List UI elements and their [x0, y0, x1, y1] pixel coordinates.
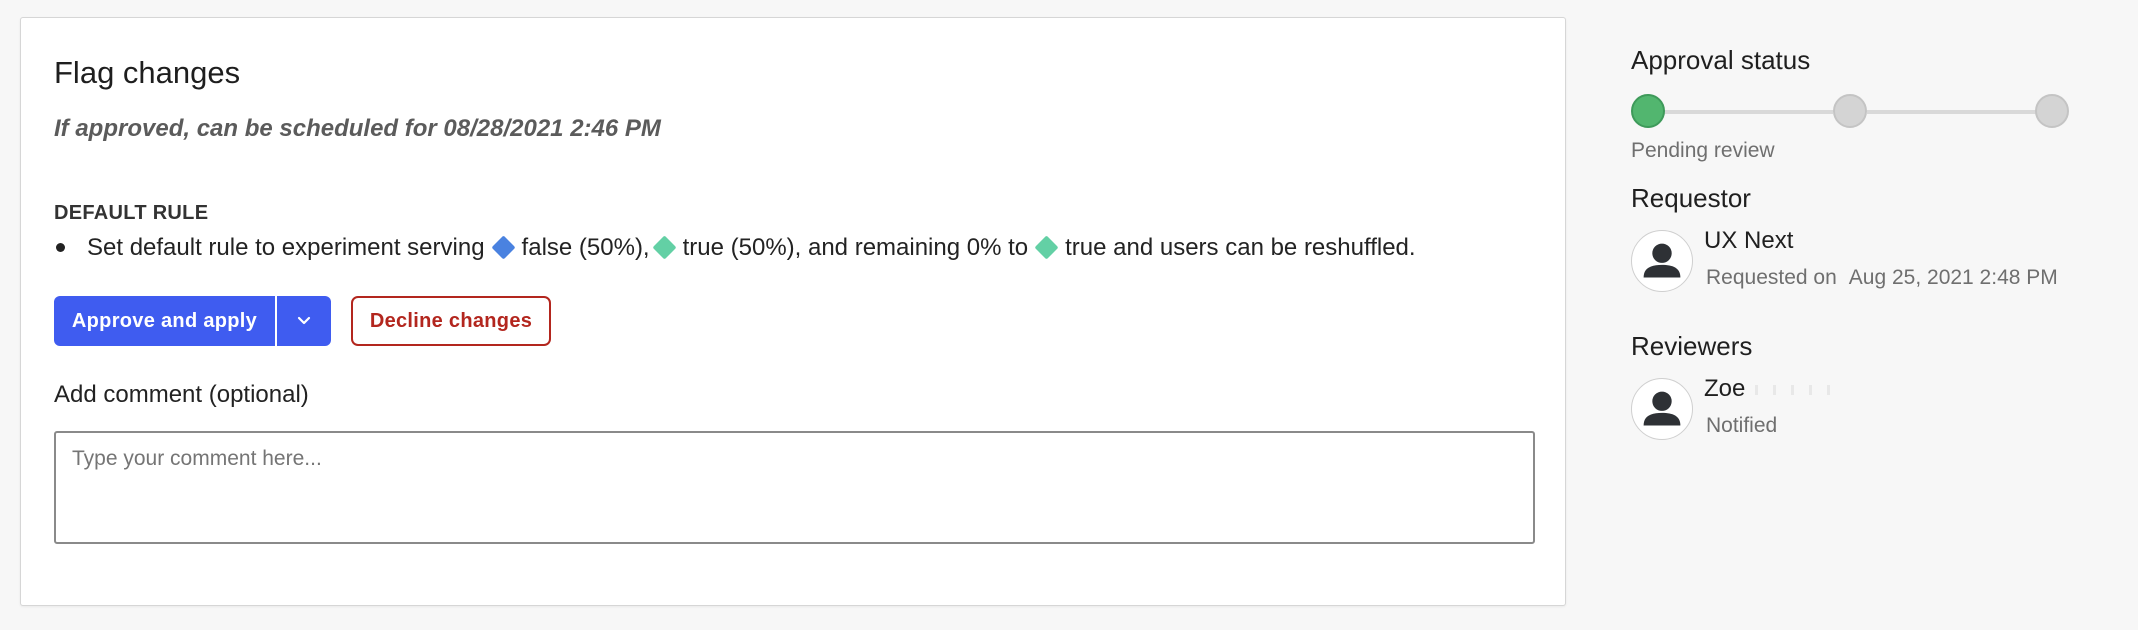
variation-diamond-icon: [652, 235, 677, 260]
rule-variation-true: true (50%), and remaining 0% to: [682, 234, 1029, 261]
variation-diamond-icon: [1034, 235, 1059, 260]
requested-on-label: Requested on: [1706, 266, 1837, 289]
card-title: Flag changes: [54, 55, 241, 90]
approve-options-button[interactable]: [275, 296, 331, 346]
decline-changes-button[interactable]: Decline changes: [351, 296, 551, 346]
approve-and-apply-button[interactable]: Approve and apply: [54, 296, 275, 346]
user-avatar-icon: [1631, 378, 1693, 440]
step-complete-indicator: [1631, 94, 1665, 128]
requestor-name: UX Next: [1704, 227, 1794, 254]
step-pending-indicator: [1833, 94, 1867, 128]
approval-status-caption: Pending review: [1631, 139, 1775, 162]
schedule-note: If approved, can be scheduled for 08/28/…: [54, 115, 661, 142]
approval-stepper: [1631, 94, 2071, 130]
reviewers-heading: Reviewers: [1631, 331, 1753, 361]
reviewer-name: Zoe: [1704, 375, 1836, 404]
rule-variation-false: false (50%),: [521, 234, 650, 261]
step-pending-indicator: [2035, 94, 2069, 128]
requestor-card: UX Next Requested on Aug 25, 2021 2:48 PM: [1631, 227, 2111, 294]
rule-item: Set default rule to experiment serving f…: [54, 232, 1416, 263]
reviewer-name-text: Zoe: [1704, 375, 1746, 402]
requested-on-date: Aug 25, 2021 2:48 PM: [1848, 266, 2058, 289]
bullet-icon: [56, 243, 65, 253]
variation-diamond-icon: [491, 235, 516, 260]
rule-remaining: true and users can be reshuffled.: [1065, 234, 1416, 261]
reviewer-status: Notified: [1706, 414, 1778, 437]
rule-list: Set default rule to experiment serving f…: [54, 232, 1416, 263]
approval-status-heading: Approval status: [1631, 45, 1811, 75]
redacted-surname: [1755, 384, 1836, 395]
comment-label: Add comment (optional): [54, 381, 309, 408]
person-silhouette-icon: [1643, 391, 1681, 426]
step-connector: [1867, 110, 2037, 114]
chevron-down-icon: [297, 316, 311, 325]
rule-prefix: Set default rule to experiment serving: [87, 234, 485, 261]
person-silhouette-icon: [1643, 243, 1681, 278]
step-connector: [1663, 110, 1833, 114]
reviewer-card: Zoe Notified: [1631, 375, 2111, 442]
requested-on-meta: Requested on Aug 25, 2021 2:48 PM: [1706, 266, 2058, 290]
approve-button-group: Approve and apply: [54, 296, 331, 346]
default-rule-label: DEFAULT RULE: [54, 202, 209, 224]
user-avatar-icon: [1631, 230, 1693, 292]
flag-changes-card: Flag changes If approved, can be schedul…: [20, 17, 1566, 606]
requestor-heading: Requestor: [1631, 183, 1751, 213]
comment-input[interactable]: [54, 431, 1535, 544]
